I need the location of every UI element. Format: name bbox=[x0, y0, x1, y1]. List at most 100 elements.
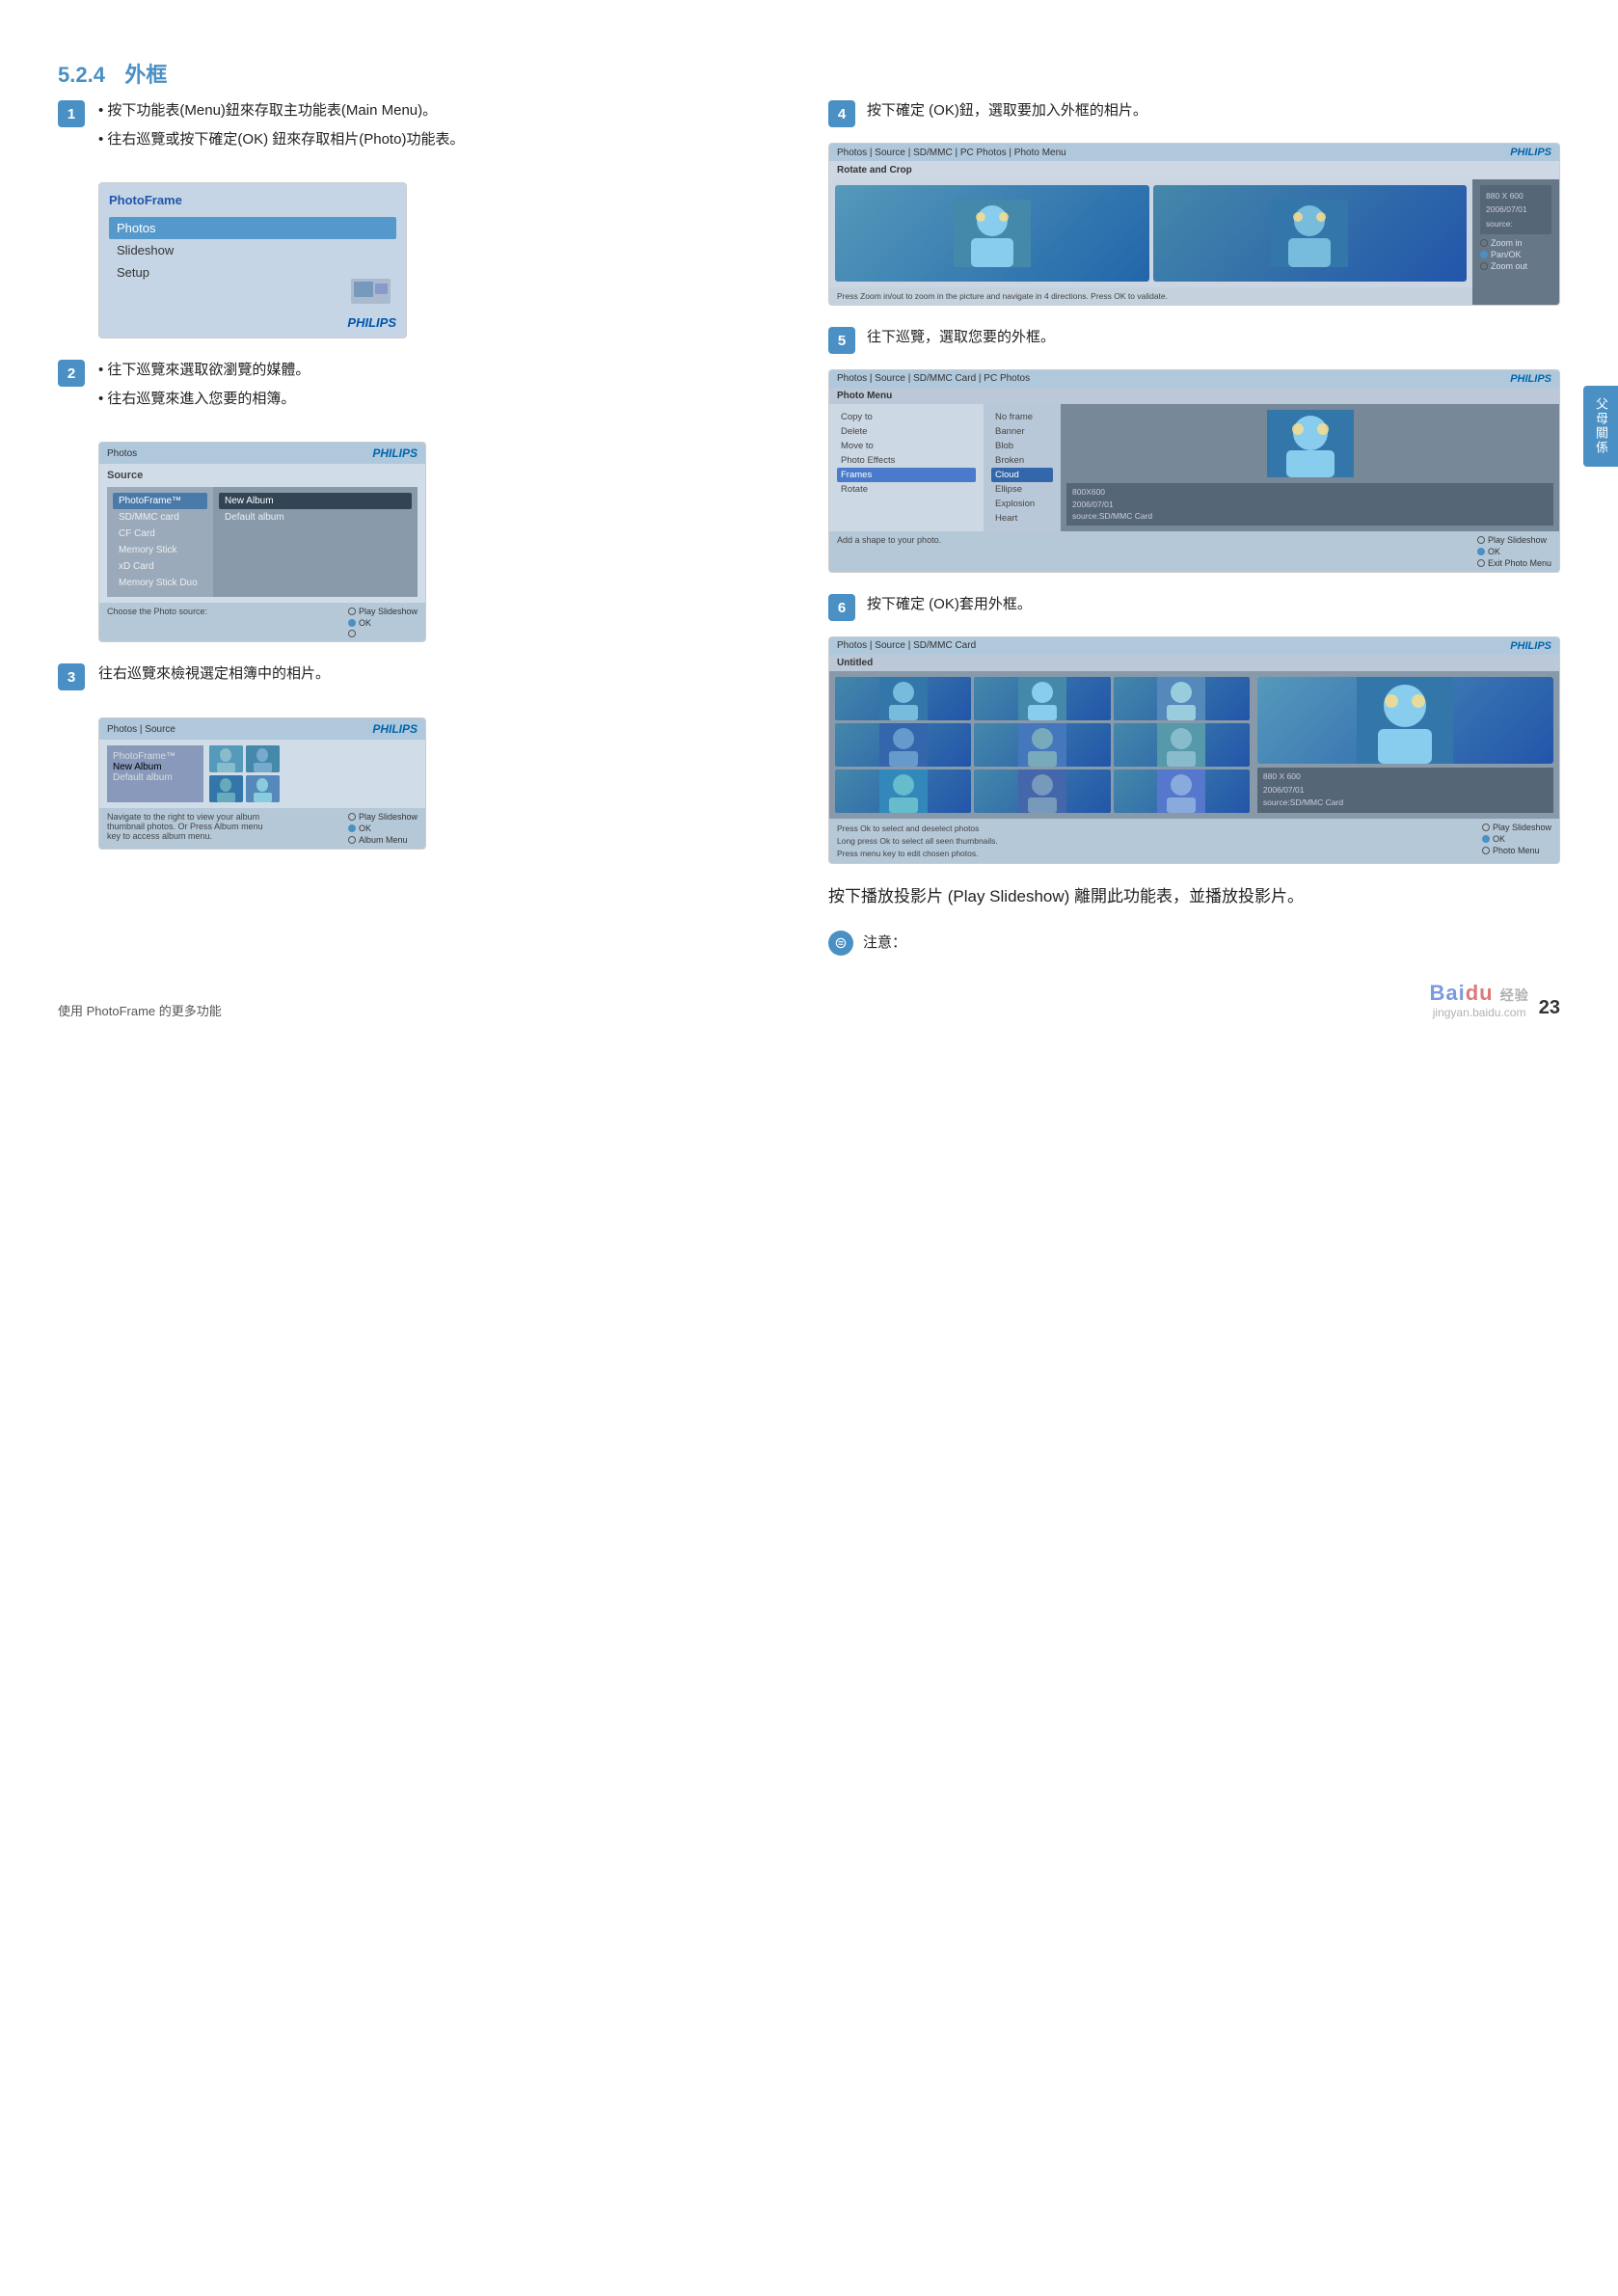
grid-t9 bbox=[1114, 770, 1250, 813]
grid-t7 bbox=[835, 770, 971, 813]
album-bar: Photos | Source PHILIPS bbox=[99, 718, 425, 740]
step-number-5: 5 bbox=[828, 327, 855, 354]
album-right-panel bbox=[209, 745, 418, 802]
grid-thumbnails bbox=[835, 677, 1250, 813]
right-column: 4 按下確定 (OK)鈕，選取要加入外框的相片。 Photos | Source… bbox=[828, 98, 1560, 971]
album-screen: Photos | Source PHILIPS PhotoFrame™ New … bbox=[98, 717, 426, 850]
pm-bar: Photos | Source | SD/MMC Card | PC Photo… bbox=[829, 370, 1559, 388]
page-footer: 使用 PhotoFrame 的更多功能 Baidu 经验 jingyan.bai… bbox=[58, 981, 1560, 1019]
rc-info-4: 880 X 6002006/07/01source: bbox=[1480, 185, 1551, 234]
source-xd: xD Card bbox=[113, 558, 207, 575]
step-1-text: • 按下功能表(Menu)鈕來存取主功能表(Main Menu)。 • 往右巡覽… bbox=[98, 98, 464, 155]
pm-banner: Banner bbox=[991, 424, 1053, 439]
source-bar: Photos PHILIPS bbox=[99, 443, 425, 464]
grid-main-photo bbox=[1257, 677, 1553, 764]
thumb-2 bbox=[246, 745, 280, 772]
album-new: New Album bbox=[219, 493, 412, 509]
pm-footer: Add a shape to your photo. Play Slidesho… bbox=[829, 531, 1559, 572]
grid-t1 bbox=[835, 677, 971, 720]
grid-t4 bbox=[835, 723, 971, 767]
source-left-panel: PhotoFrame™ SD/MMC card CF Card Memory S… bbox=[107, 487, 213, 597]
pm-delete: Delete bbox=[837, 424, 976, 439]
pm-move: Move to bbox=[837, 439, 976, 453]
pm-blob: Blob bbox=[991, 439, 1053, 453]
thumb-3 bbox=[209, 775, 243, 802]
step-number-3: 3 bbox=[58, 663, 85, 690]
rotate-crop-title: Rotate and Crop bbox=[829, 161, 1559, 179]
pf-philips: PHILIPS bbox=[347, 315, 396, 330]
pm-info: 800X6002006/07/01source:SD/MMC Card bbox=[1066, 483, 1553, 526]
grid-t5 bbox=[974, 723, 1110, 767]
step-3-text: 往右巡覽來檢視選定相簿中的相片。 bbox=[98, 662, 330, 687]
pm-explosion: Explosion bbox=[991, 497, 1053, 511]
source-footer: Choose the Photo source: Play Slideshow … bbox=[99, 603, 425, 641]
rotate-crop-screen: Photos | Source | SD/MMC | PC Photos | P… bbox=[828, 143, 1560, 306]
grid-screen: Photos | Source | SD/MMC Card PHILIPS Un… bbox=[828, 636, 1560, 864]
step-5: 5 往下巡覽，選取您要的外框。 bbox=[828, 325, 1560, 354]
pm-middle-panel: No frame Banner Blob Broken Cloud Ellips… bbox=[984, 404, 1061, 531]
source-right-panel: New Album Default album bbox=[213, 487, 418, 597]
baidu-logo: Baidu 经验 bbox=[1429, 981, 1528, 1006]
album-pf: PhotoFrame™ bbox=[113, 751, 198, 762]
album-default: Default album bbox=[219, 509, 412, 526]
step-2-text: • 往下巡覽來選取欲瀏覽的媒體。 • 往右巡覽來進入您要的相簿。 bbox=[98, 358, 310, 415]
side-tab: 父母關係 bbox=[1583, 386, 1618, 467]
left-column: 1 • 按下功能表(Menu)鈕來存取主功能表(Main Menu)。 • 往右… bbox=[58, 98, 790, 971]
pm-photo-effects: Photo Effects bbox=[837, 453, 976, 468]
grid-footer-text: Press Ok to select and deselect photos L… bbox=[837, 823, 998, 859]
big-text-block: 按下播放投影片 (Play Slideshow) 離開此功能表，並播放投影片。 bbox=[828, 883, 1560, 911]
pm-broken: Broken bbox=[991, 453, 1053, 468]
step-number-1: 1 bbox=[58, 100, 85, 127]
footer-left-text: 使用 PhotoFrame 的更多功能 bbox=[58, 1001, 222, 1019]
grid-t3 bbox=[1114, 677, 1250, 720]
thumb-4 bbox=[246, 775, 280, 802]
step-4-text: 按下確定 (OK)鈕，選取要加入外框的相片。 bbox=[867, 98, 1147, 123]
note-block: ⊜ 注意： bbox=[828, 931, 1560, 956]
pm-title: Photo Menu bbox=[829, 388, 1559, 404]
source-ms: Memory Stick bbox=[113, 542, 207, 558]
photo-menu-screen: Photos | Source | SD/MMC Card | PC Photo… bbox=[828, 369, 1560, 573]
step-2: 2 • 往下巡覽來選取欲瀏覽的媒體。 • 往右巡覽來進入您要的相簿。 bbox=[58, 358, 790, 415]
footer-right: Baidu 经验 jingyan.baidu.com 23 bbox=[1429, 981, 1560, 1019]
note-text: 注意： bbox=[863, 931, 906, 956]
step-number-4: 4 bbox=[828, 100, 855, 127]
step-3: 3 往右巡覽來檢視選定相簿中的相片。 bbox=[58, 662, 790, 690]
pm-footer-text: Add a shape to your photo. bbox=[837, 535, 941, 568]
step-4: 4 按下確定 (OK)鈕，選取要加入外框的相片。 bbox=[828, 98, 1560, 127]
grid-main: 880 X 6002006/07/01source:SD/MMC Card bbox=[1250, 677, 1553, 813]
grid-bar: Photos | Source | SD/MMC Card PHILIPS bbox=[829, 637, 1559, 655]
step-5-text: 往下巡覽，選取您要的外框。 bbox=[867, 325, 1055, 350]
baidu-url: jingyan.baidu.com bbox=[1429, 1006, 1528, 1019]
album-default-album: Default album bbox=[113, 772, 198, 783]
rc-caption-4: Press Zoom in/out to zoom in the picture… bbox=[829, 287, 1472, 305]
grid-title: Untitled bbox=[829, 655, 1559, 671]
pm-rotate: Rotate bbox=[837, 482, 976, 497]
step-1: 1 • 按下功能表(Menu)鈕來存取主功能表(Main Menu)。 • 往右… bbox=[58, 98, 790, 155]
album-new-album: New Album bbox=[113, 762, 198, 772]
source-photoframe: PhotoFrame™ bbox=[113, 493, 207, 509]
album-footer: Navigate to the right to view your album… bbox=[99, 808, 425, 849]
grid-t6 bbox=[1114, 723, 1250, 767]
pm-noframe: No frame bbox=[991, 410, 1053, 424]
source-title: Source bbox=[107, 470, 418, 481]
page-number: 23 bbox=[1539, 997, 1560, 1019]
grid-info: 880 X 6002006/07/01source:SD/MMC Card bbox=[1257, 768, 1553, 813]
big-text: 按下播放投影片 (Play Slideshow) 離開此功能表，並播放投影片。 bbox=[828, 883, 1560, 911]
step-6: 6 按下確定 (OK)套用外框。 bbox=[828, 592, 1560, 621]
pf-menu-title: PhotoFrame bbox=[109, 193, 396, 207]
pm-heart: Heart bbox=[991, 511, 1053, 526]
thumb-1 bbox=[209, 745, 243, 772]
pm-ellipse: Ellipse bbox=[991, 482, 1053, 497]
pm-copy: Copy to bbox=[837, 410, 976, 424]
grid-footer: Press Ok to select and deselect photos L… bbox=[829, 819, 1559, 863]
section-title: 外框 bbox=[124, 63, 167, 87]
pf-item-slideshow: Slideshow bbox=[109, 239, 396, 261]
step-number-2: 2 bbox=[58, 360, 85, 387]
grid-t8 bbox=[974, 770, 1110, 813]
step-number-6: 6 bbox=[828, 594, 855, 621]
rc-bar-4: Photos | Source | SD/MMC | PC Photos | P… bbox=[829, 144, 1559, 161]
step-6-text: 按下確定 (OK)套用外框。 bbox=[867, 592, 1032, 617]
pm-left-panel: Copy to Delete Move to Photo Effects Fra… bbox=[829, 404, 984, 531]
photoframe-menu-screen: PhotoFrame Photos Slideshow Setup PHILIP… bbox=[98, 182, 407, 338]
source-msd: Memory Stick Duo bbox=[113, 575, 207, 591]
